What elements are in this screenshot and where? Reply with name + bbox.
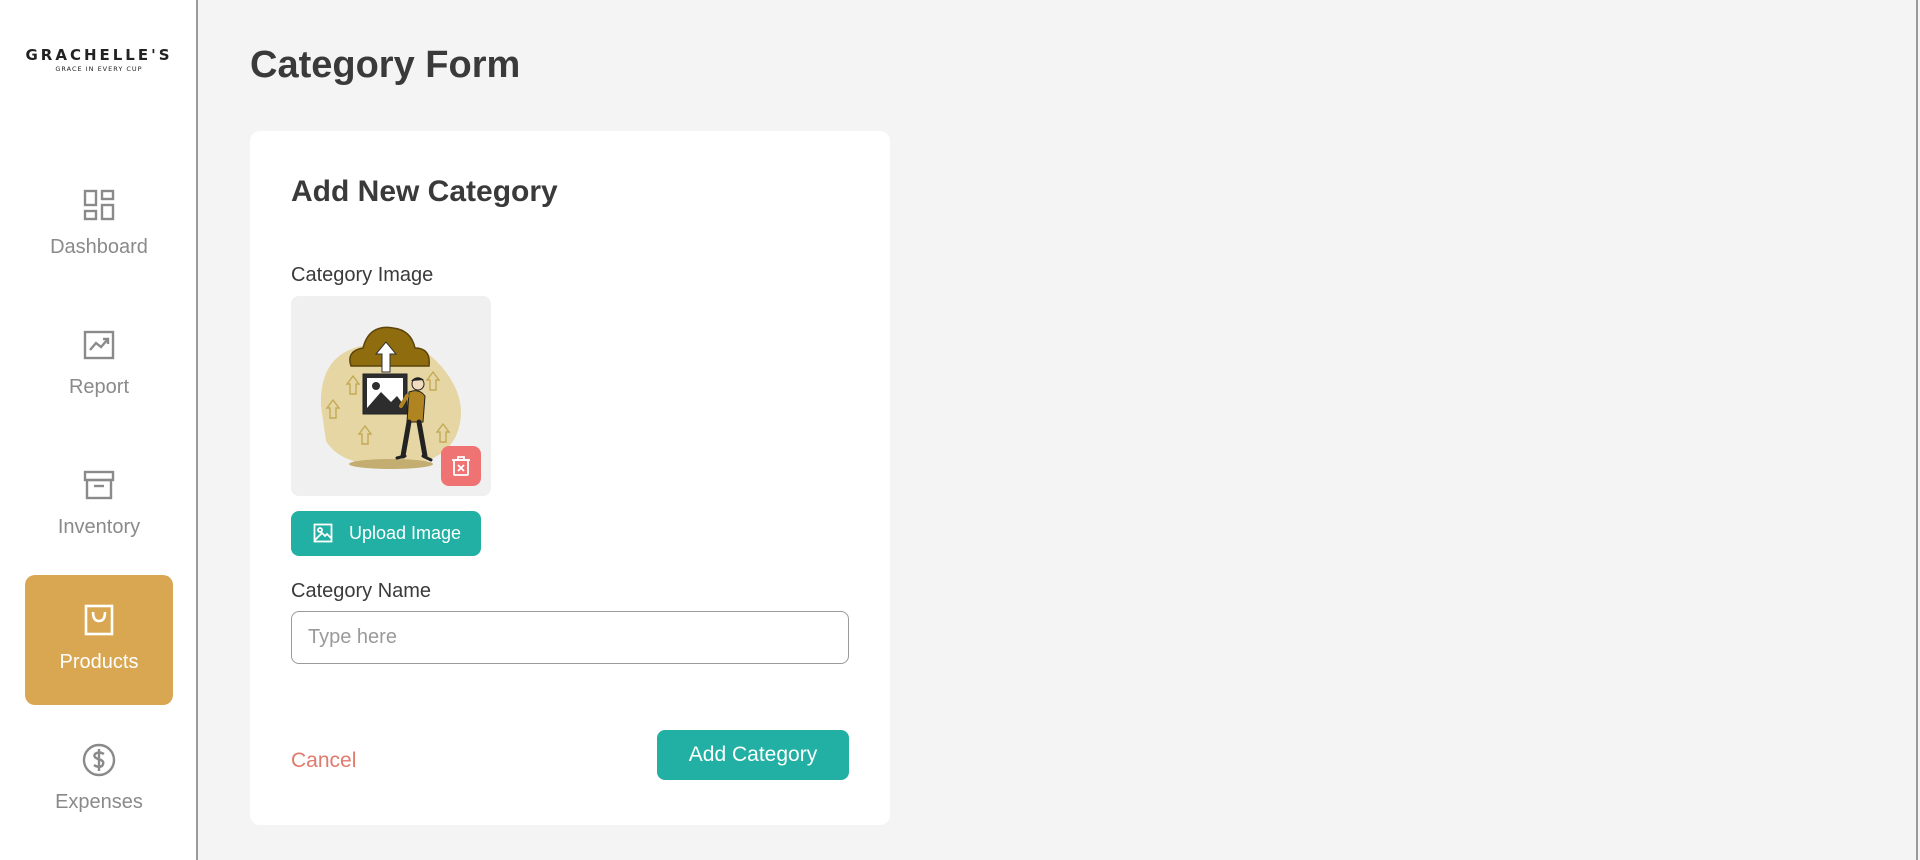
report-chart-icon	[82, 328, 116, 362]
cancel-button[interactable]: Cancel	[291, 749, 356, 773]
dollar-circle-icon	[82, 743, 116, 777]
sidebar-item-label: Dashboard	[50, 236, 148, 258]
sidebar-item-label: Products	[59, 651, 139, 673]
page-title: Category Form	[250, 44, 521, 86]
category-form-card: Add New Category Category Image Upload I…	[250, 131, 890, 825]
category-image-preview	[291, 296, 491, 496]
sidebar-item-label: Expenses	[55, 791, 143, 813]
trash-icon	[452, 456, 470, 476]
sidebar-item-report[interactable]: Report	[25, 300, 173, 430]
form-title: Add New Category	[291, 175, 558, 208]
sidebar-item-products[interactable]: Products	[25, 575, 173, 705]
category-name-input[interactable]	[291, 611, 849, 664]
archive-box-icon	[82, 468, 116, 502]
brand-name: GRACHELLE'S	[25, 46, 173, 64]
add-category-button[interactable]: Add Category	[657, 730, 849, 780]
sidebar-item-expenses[interactable]: Expenses	[25, 715, 173, 845]
upload-image-label: Upload Image	[349, 523, 462, 543]
sidebar-item-label: Inventory	[57, 516, 141, 538]
category-image-label: Category Image	[291, 264, 434, 286]
delete-image-button[interactable]	[441, 446, 481, 486]
sidebar: GRACHELLE'S GRACE IN EVERY CUP Dashboard…	[0, 0, 198, 860]
scrollbar-edge	[1916, 0, 1918, 860]
dashboard-icon	[82, 188, 116, 222]
brand-logo: GRACHELLE'S GRACE IN EVERY CUP	[0, 46, 198, 73]
sidebar-item-label: Report	[68, 376, 130, 398]
image-icon	[313, 523, 335, 545]
category-name-label: Category Name	[291, 580, 432, 602]
shopping-bag-icon	[82, 603, 116, 637]
brand-tagline: GRACE IN EVERY CUP	[55, 65, 143, 73]
sidebar-item-dashboard[interactable]: Dashboard	[25, 160, 173, 290]
upload-image-button[interactable]: Upload Image	[291, 511, 481, 556]
sidebar-item-inventory[interactable]: Inventory	[25, 440, 173, 570]
sidebar-edge	[198, 510, 201, 860]
